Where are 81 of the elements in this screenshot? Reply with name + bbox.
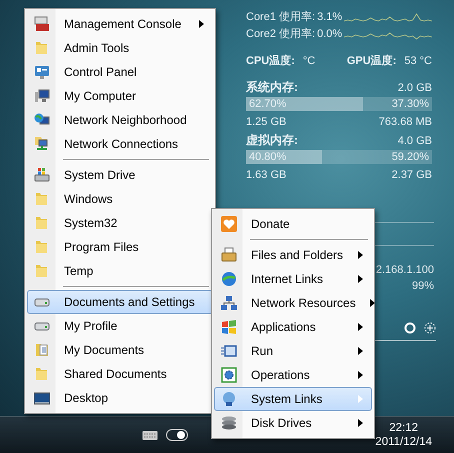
memory-used: 1.63 GB	[246, 168, 286, 180]
keyboard-icon[interactable]	[142, 429, 158, 441]
control-panel-icon	[34, 64, 50, 80]
memory-title: 虚拟内存:	[246, 132, 298, 149]
menu-item[interactable]: Documents and Settings	[27, 290, 213, 314]
menu-item[interactable]: My Profile	[27, 314, 213, 338]
memory-used: 1.25 GB	[246, 116, 286, 128]
submenu-arrow-icon	[358, 323, 363, 331]
menu-item[interactable]: System32	[27, 211, 213, 235]
menu-item[interactable]: My Computer	[27, 84, 213, 108]
menu-item[interactable]: Network Resources	[214, 291, 372, 315]
menu-item[interactable]: Network Neighborhood	[27, 108, 213, 132]
clock-date: 2011/12/14	[375, 436, 432, 448]
submenu-arrow-icon	[358, 371, 363, 379]
network-icon	[221, 295, 237, 311]
gear-icon	[221, 367, 237, 383]
printer-icon	[221, 247, 237, 263]
submenu-arrow-icon	[358, 251, 363, 259]
menu-item[interactable]: Operations	[214, 363, 372, 387]
menu-item[interactable]: My Documents	[27, 338, 213, 362]
submenu-arrow-icon	[358, 395, 363, 403]
memory-total: 2.0 GB	[398, 82, 432, 94]
folder-icon	[34, 366, 50, 382]
menu-item[interactable]: Network Connections	[27, 132, 213, 156]
add-icon[interactable]	[424, 322, 436, 334]
menu-item[interactable]: System Links	[214, 387, 372, 411]
clock-time: 22:12	[389, 422, 418, 434]
temperature-label: CPU温度:	[246, 54, 295, 68]
signal-percent: 99%	[412, 280, 434, 292]
temperature-value: °C	[302, 54, 316, 66]
core-usage-value: 3.1%	[317, 10, 342, 22]
document-folder-icon	[34, 342, 50, 358]
menu-item[interactable]: Windows	[27, 187, 213, 211]
menu-item[interactable]: Donate	[214, 212, 372, 236]
menu-item[interactable]: Management Console	[27, 12, 213, 36]
menu-item[interactable]: Run	[214, 339, 372, 363]
core-usage-label: Core1 使用率:	[246, 10, 316, 24]
submenu-arrow-icon	[358, 347, 363, 355]
memory-total: 4.0 GB	[398, 134, 432, 146]
drive-icon	[34, 167, 50, 183]
folder-icon	[34, 40, 50, 56]
memory-title: 系统内存:	[246, 79, 298, 96]
core-usage-label: Core2 使用率:	[246, 26, 316, 41]
menu-item[interactable]: Program Files	[27, 235, 213, 259]
used-percent: 62.70%	[249, 98, 286, 110]
used-percent: 40.80%	[249, 151, 286, 163]
submenu-arrow-icon	[358, 275, 363, 283]
ip-address: 2.168.1.100	[376, 264, 434, 276]
memory-free: 2.37 GB	[392, 168, 432, 180]
submenu-arrow-icon	[358, 419, 363, 427]
toggle-icon[interactable]	[166, 429, 188, 441]
folder-icon	[34, 239, 50, 255]
folder-icon	[34, 215, 50, 231]
window-icon	[221, 343, 237, 359]
submenu-arrow-icon	[370, 299, 375, 307]
disk-stack-icon	[221, 415, 237, 431]
menu-item[interactable]: Files and Folders	[214, 243, 372, 267]
folder-icon	[34, 263, 50, 279]
globe-icon	[221, 271, 237, 287]
network-icon	[34, 136, 50, 152]
flag-icon	[221, 319, 237, 335]
menu-item[interactable]: Desktop	[27, 386, 213, 410]
menu-item[interactable]: Shared Documents	[27, 362, 213, 386]
folder-icon	[34, 191, 50, 207]
temperature-label: GPU温度:	[346, 54, 396, 68]
menu-item[interactable]: Temp	[27, 259, 213, 283]
core-usage-value: 0.0%	[317, 28, 342, 40]
menu-item[interactable]: Control Panel	[27, 60, 213, 84]
toolbox-icon	[34, 16, 50, 32]
menu-item[interactable]: Applications	[214, 315, 372, 339]
menu-item[interactable]: System Drive	[27, 163, 213, 187]
memory-free: 763.68 MB	[378, 116, 432, 128]
temperature-value: 53 °C	[404, 54, 432, 66]
menu-item[interactable]: Admin Tools	[27, 36, 213, 60]
submenu-arrow-icon	[199, 20, 204, 28]
free-percent: 59.20%	[392, 151, 429, 163]
menu-item[interactable]: Disk Drives	[214, 411, 372, 435]
desktop-icon	[34, 390, 50, 406]
free-percent: 37.30%	[392, 98, 429, 110]
ring-icon[interactable]	[404, 322, 416, 334]
menu-item[interactable]: Internet Links	[214, 267, 372, 291]
